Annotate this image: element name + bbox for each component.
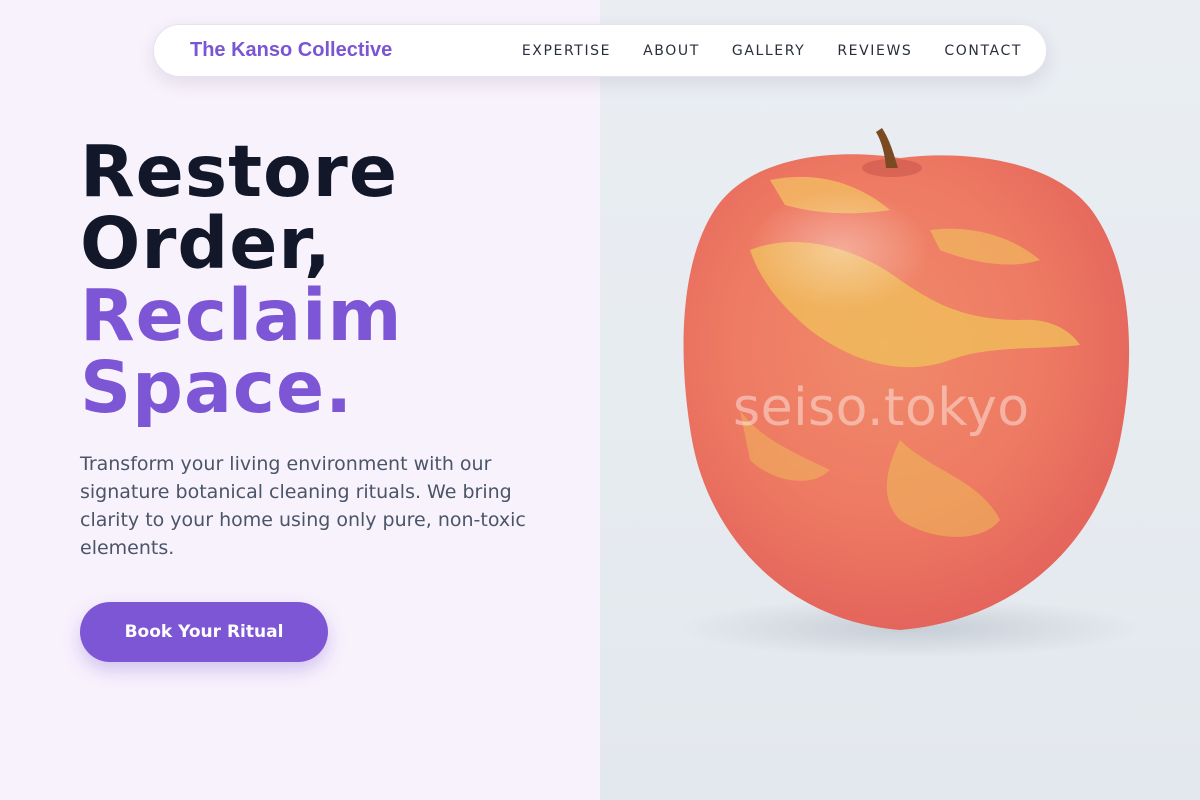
hero-title-line-4: Space. [80,346,354,429]
image-watermark: seiso.tokyo [733,378,1030,438]
nav-link-reviews[interactable]: REVIEWS [837,43,912,59]
page: seiso.tokyo The Kanso Collective EXPERTI… [0,0,1200,800]
nav-link-expertise[interactable]: EXPERTISE [522,43,611,59]
hero-title-line-2: Order, [80,202,332,285]
top-navbar: The Kanso Collective EXPERTISE ABOUT GAL… [153,24,1047,77]
hero-title: Restore Order, Reclaim Space. [80,136,402,424]
book-ritual-button[interactable]: Book Your Ritual [80,602,328,662]
hero-description: Transform your living environment with o… [80,453,526,559]
brand-logo[interactable]: The Kanso Collective [190,39,392,62]
nav-links: EXPERTISE ABOUT GALLERY REVIEWS CONTACT [522,43,1022,59]
nav-link-contact[interactable]: CONTACT [944,43,1022,59]
hero-title-line-3: Reclaim [80,274,403,357]
nav-link-about[interactable]: ABOUT [643,43,700,59]
nav-link-gallery[interactable]: GALLERY [732,43,805,59]
hero-title-line-1: Restore [80,130,398,213]
